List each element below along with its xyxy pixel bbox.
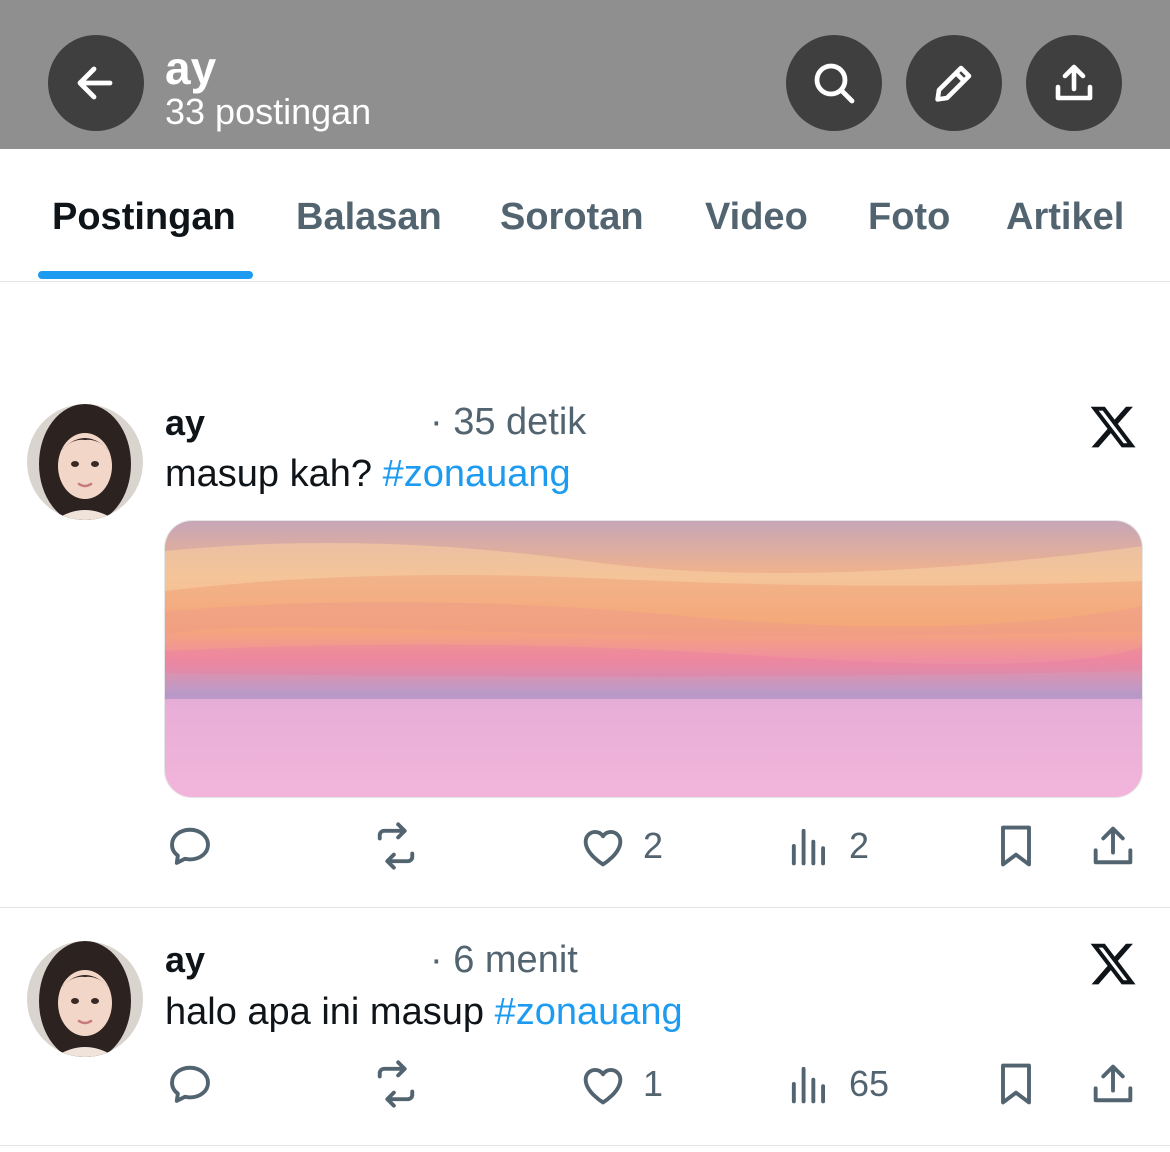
bookmark-icon [1001,825,1031,867]
search-button[interactable] [786,35,882,131]
profile-name: ay [165,42,217,94]
tab-balasan[interactable]: Balasan [296,195,442,239]
post-text: halo apa ini masup #zonauang [165,991,683,1033]
repost-icon [377,1060,415,1108]
view-count: 2 [849,825,870,866]
x-logo-icon [1090,406,1136,448]
reply-icon [170,827,210,865]
repost-button[interactable] [370,1058,422,1110]
post-text: masup kah? #zonauang [165,453,571,495]
edit-button[interactable] [906,35,1002,131]
tab-postingan[interactable]: Postingan [52,195,236,239]
back-button[interactable] [48,35,144,131]
reply-button[interactable] [164,1058,216,1110]
share-icon [1055,64,1093,101]
views-button[interactable]: 2 [783,820,869,872]
repost-icon [377,822,415,870]
share-button[interactable] [1026,35,1122,131]
tab-sorotan[interactable]: Sorotan [500,195,644,239]
hashtag-link[interactable]: #zonauang [383,453,571,495]
like-count: 2 [643,825,664,866]
bookmark-icon [1001,1063,1031,1105]
post[interactable]: ay · 35 detik masup kah? #zonauang 2 2 [0,380,1170,908]
views-button[interactable]: 65 [783,1058,889,1110]
post-time[interactable]: · 6 menit [430,939,578,981]
analytics-icon [791,828,826,866]
x-logo-icon [1090,943,1136,985]
profile-header: ay 33 postingan [0,0,1170,149]
pencil-icon [935,65,972,102]
avatar[interactable] [27,941,143,1057]
reply-icon [170,1065,210,1103]
post-author[interactable]: ay [165,939,205,981]
profile-tabs: Postingan Balasan Sorotan Video Foto Art… [0,149,1170,282]
share-post-button[interactable] [1087,1058,1139,1110]
tab-artikel[interactable]: Artikel [1006,195,1124,239]
analytics-icon [791,1066,826,1104]
share-icon [1093,1064,1133,1103]
like-count: 1 [643,1063,664,1104]
repost-button[interactable] [370,820,422,872]
tab-video[interactable]: Video [705,195,808,239]
search-icon [814,63,855,104]
hashtag-link[interactable]: #zonauang [495,991,683,1033]
like-button[interactable]: 1 [577,1058,663,1110]
heart-icon [583,829,623,867]
active-tab-indicator [38,271,253,279]
back-arrow-icon [77,66,113,100]
post-author[interactable]: ay [165,402,205,444]
bookmark-button[interactable] [990,1058,1042,1110]
post-count: 33 postingan [165,91,372,132]
avatar[interactable] [27,404,143,520]
share-icon [1093,826,1133,865]
view-count: 65 [849,1063,890,1104]
like-button[interactable]: 2 [577,820,663,872]
heart-icon [583,1067,623,1105]
post-time[interactable]: · 35 detik [430,401,586,443]
tab-foto[interactable]: Foto [868,195,950,239]
post-image[interactable] [164,520,1143,798]
post[interactable]: ay · 6 menit halo apa ini masup #zonauan… [0,908,1170,1146]
bookmark-button[interactable] [990,820,1042,872]
share-post-button[interactable] [1087,820,1139,872]
reply-button[interactable] [164,820,216,872]
